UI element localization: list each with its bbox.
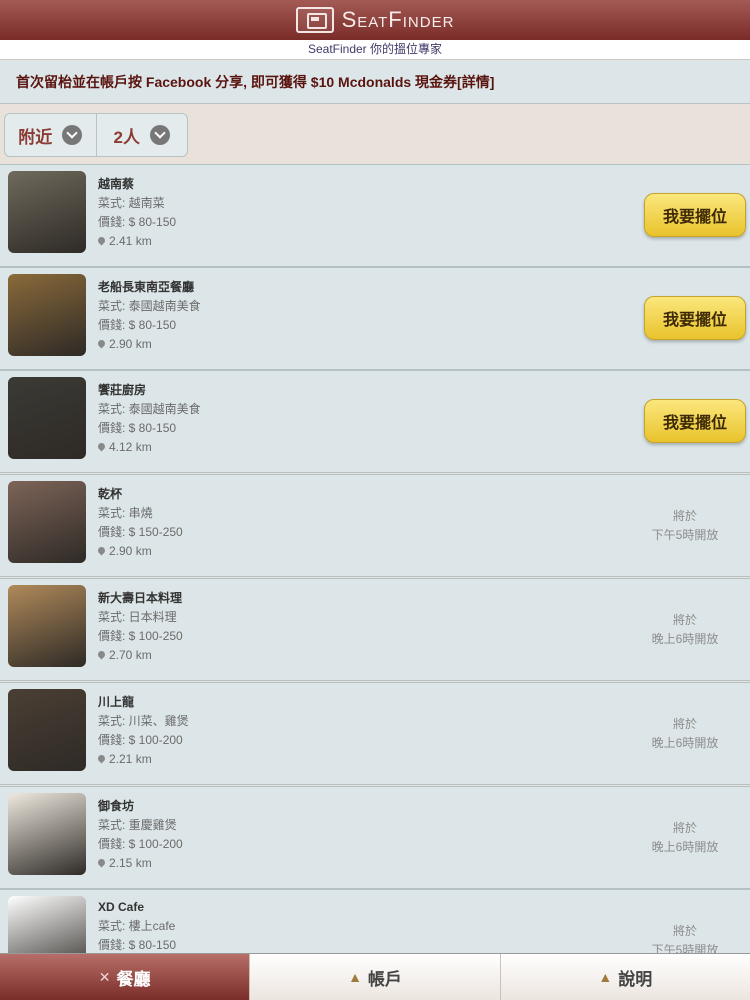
- opens-prefix: 將於: [672, 613, 697, 627]
- restaurant-price: 價錢: $ 100-200: [98, 733, 183, 747]
- chevron-down-icon: [62, 125, 83, 145]
- opening-time-note: 將於 下午5時開放: [640, 922, 730, 953]
- restaurant-row[interactable]: 越南蔡 菜式: 越南菜 價錢: $ 80-150 2.41 km 我要擺位: [0, 164, 750, 267]
- tab-account[interactable]: ▲ 帳戶: [249, 954, 500, 1000]
- restaurant-name: 川上龍: [98, 695, 135, 709]
- location-pin-icon: [96, 753, 107, 764]
- app-title: SeatFinder: [341, 7, 455, 32]
- restaurant-cuisine: 菜式: 樓上cafe: [98, 919, 176, 933]
- restaurant-row[interactable]: XD Cafe 菜式: 樓上cafe 價錢: $ 80-150 將於 下午5時開…: [0, 889, 750, 953]
- restaurant-row[interactable]: 老船長東南亞餐廳 菜式: 泰國越南美食 價錢: $ 80-150 2.90 km…: [0, 267, 750, 370]
- location-pin-icon: [96, 235, 107, 246]
- opens-time: 晚上6時開放: [651, 840, 719, 854]
- restaurant-price: 價錢: $ 80-150: [98, 215, 177, 229]
- opens-time: 下午5時開放: [651, 528, 719, 542]
- opens-prefix: 將於: [672, 924, 697, 938]
- restaurant-cuisine: 菜式: 川菜、雞煲: [98, 714, 189, 728]
- opens-time: 晚上6時開放: [651, 736, 719, 750]
- tab-help-label: 說明: [618, 969, 653, 989]
- restaurant-photo: [8, 585, 86, 667]
- book-seat-button[interactable]: 我要擺位: [644, 296, 746, 340]
- chair-icon: ▲: [348, 969, 362, 985]
- opening-time-note: 將於 晚上6時開放: [640, 611, 730, 649]
- restaurant-name: 老船長東南亞餐廳: [98, 280, 195, 294]
- location-pin-icon: [96, 338, 107, 349]
- restaurant-price: 價錢: $ 100-250: [98, 629, 183, 643]
- opens-prefix: 將於: [672, 717, 697, 731]
- restaurant-cuisine: 菜式: 重慶雞煲: [98, 818, 177, 832]
- restaurant-photo: [8, 274, 86, 356]
- tab-help[interactable]: ▲ 說明: [499, 954, 750, 1000]
- tab-restaurants-label: 餐廳: [116, 969, 151, 989]
- app-subtitle: SeatFinder 你的搵位專家: [0, 40, 750, 60]
- cutlery-icon: ✕: [98, 968, 111, 985]
- location-pin-icon: [96, 441, 107, 452]
- restaurant-list: 越南蔡 菜式: 越南菜 價錢: $ 80-150 2.41 km 我要擺位 老船…: [0, 164, 750, 953]
- restaurant-row[interactable]: 川上龍 菜式: 川菜、雞煲 價錢: $ 100-200 2.21 km 將於 晚…: [0, 682, 750, 785]
- restaurant-photo: [8, 171, 86, 253]
- opens-prefix: 將於: [672, 821, 697, 835]
- seatfinder-logo-icon: [295, 7, 334, 33]
- restaurant-photo: [8, 793, 86, 875]
- opening-time-note: 將於 下午5時開放: [640, 507, 730, 545]
- restaurant-name: XD Cafe: [98, 900, 145, 914]
- restaurant-distance: 2.70 km: [109, 648, 152, 662]
- opens-time: 晚上6時開放: [651, 632, 719, 646]
- restaurant-price: 價錢: $ 100-200: [98, 837, 183, 851]
- book-seat-button[interactable]: 我要擺位: [644, 399, 746, 443]
- restaurant-distance: 4.12 km: [109, 440, 152, 454]
- book-seat-button[interactable]: 我要擺位: [644, 193, 746, 237]
- location-pin-icon: [96, 649, 107, 660]
- restaurant-photo: [8, 689, 86, 771]
- restaurant-photo: [8, 481, 86, 563]
- restaurant-name: 御食坊: [98, 799, 135, 813]
- location-pin-icon: [96, 857, 107, 868]
- restaurant-cuisine: 菜式: 串燒: [98, 506, 153, 520]
- restaurant-distance: 2.15 km: [109, 856, 152, 870]
- opens-time: 下午5時開放: [651, 943, 719, 953]
- app-header: SeatFinder: [0, 0, 750, 40]
- opens-prefix: 將於: [672, 509, 697, 523]
- opening-time-note: 將於 晚上6時開放: [640, 819, 730, 857]
- restaurant-photo: [8, 377, 86, 459]
- restaurant-price: 價錢: $ 80-150: [98, 938, 177, 952]
- chair-icon: ▲: [598, 969, 613, 985]
- restaurant-name: 越南蔡: [98, 177, 135, 191]
- filter-location[interactable]: 附近: [5, 114, 96, 156]
- location-pin-icon: [96, 545, 107, 556]
- filter-party-size-label: 2人: [113, 127, 140, 147]
- restaurant-price: 價錢: $ 80-150: [98, 318, 177, 332]
- restaurant-name: 新大壽日本料理: [98, 591, 183, 605]
- promo-text: 首次留枱並在帳戶按 Facebook 分享, 即可獲得 $10 Mcdonald…: [16, 73, 495, 90]
- restaurant-row[interactable]: 新大壽日本料理 菜式: 日本料理 價錢: $ 100-250 2.70 km 將…: [0, 578, 750, 681]
- filter-location-label: 附近: [18, 127, 53, 147]
- restaurant-distance: 2.90 km: [109, 544, 152, 558]
- restaurant-name: 乾杯: [98, 487, 123, 501]
- restaurant-row[interactable]: 饗莊廚房 菜式: 泰國越南美食 價錢: $ 80-150 4.12 km 我要擺…: [0, 370, 750, 473]
- promo-banner[interactable]: 首次留枱並在帳戶按 Facebook 分享, 即可獲得 $10 Mcdonald…: [0, 60, 750, 104]
- restaurant-cuisine: 菜式: 泰國越南美食: [98, 402, 201, 416]
- restaurant-distance: 2.21 km: [109, 752, 152, 766]
- restaurant-price: 價錢: $ 80-150: [98, 421, 177, 435]
- restaurant-cuisine: 菜式: 越南菜: [98, 196, 165, 210]
- filter-party-size[interactable]: 2人: [95, 114, 188, 156]
- restaurant-price: 價錢: $ 150-250: [98, 525, 183, 539]
- tab-restaurants[interactable]: ✕ 餐廳: [0, 954, 250, 1000]
- restaurant-cuisine: 菜式: 泰國越南美食: [98, 299, 201, 313]
- restaurant-distance: 2.41 km: [109, 234, 152, 248]
- bottom-tab-bar: ✕ 餐廳 ▲ 帳戶 ▲ 說明: [0, 953, 750, 1000]
- restaurant-distance: 2.90 km: [109, 337, 152, 351]
- restaurant-row[interactable]: 御食坊 菜式: 重慶雞煲 價錢: $ 100-200 2.15 km 將於 晚上…: [0, 786, 750, 889]
- tab-account-label: 帳戶: [367, 969, 402, 989]
- restaurant-name: 饗莊廚房: [98, 383, 147, 397]
- restaurant-photo: [8, 896, 86, 953]
- restaurant-cuisine: 菜式: 日本料理: [98, 610, 177, 624]
- filter-bar: 附近 2人: [4, 113, 188, 157]
- chevron-down-icon: [149, 125, 170, 145]
- restaurant-row[interactable]: 乾杯 菜式: 串燒 價錢: $ 150-250 2.90 km 將於 下午5時開…: [0, 474, 750, 577]
- opening-time-note: 將於 晚上6時開放: [640, 715, 730, 753]
